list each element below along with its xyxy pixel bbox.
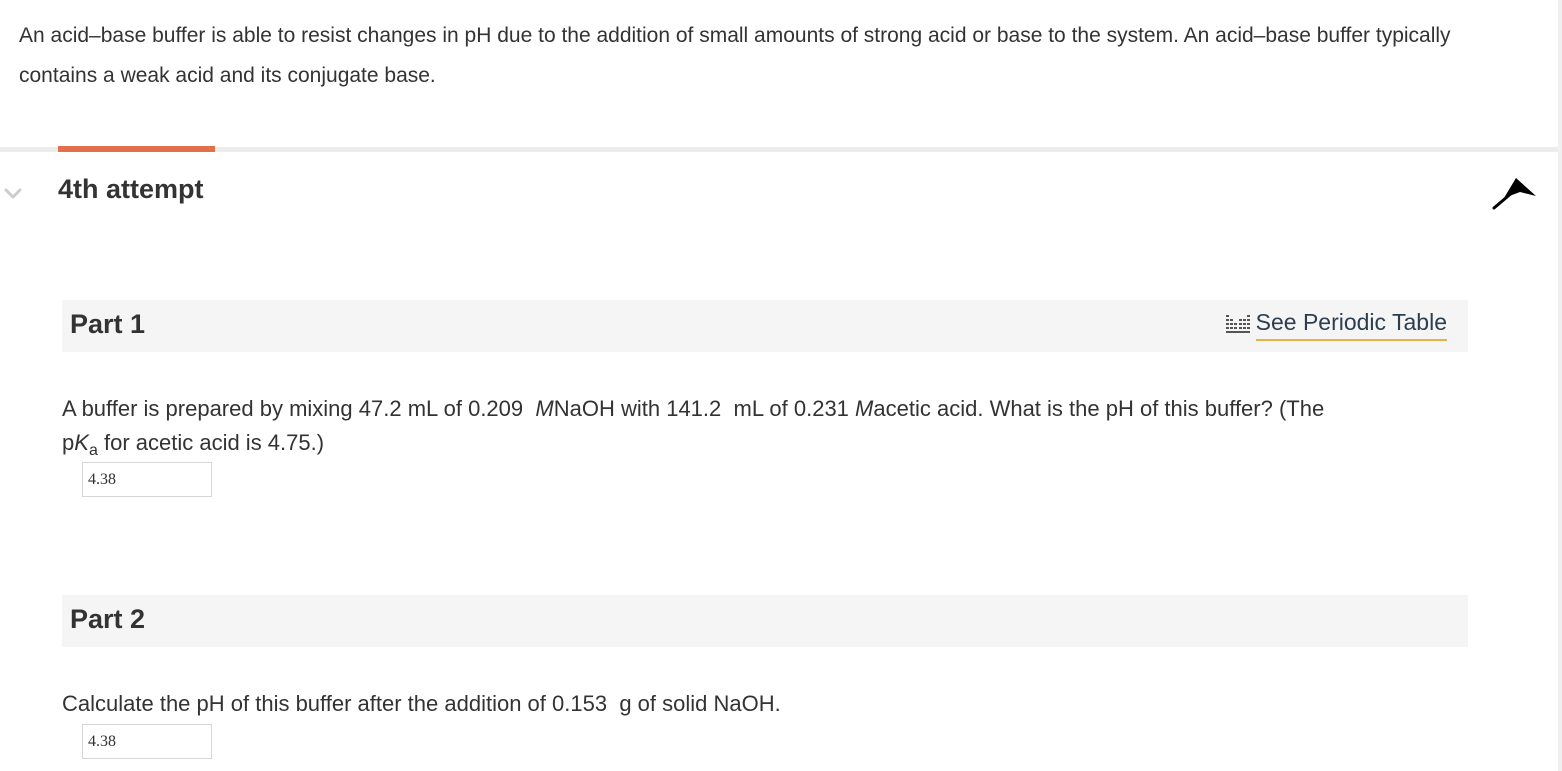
- see-periodic-table-label[interactable]: See Periodic Table: [1255, 309, 1447, 341]
- part-2-question: Calculate the pH of this buffer after th…: [62, 691, 781, 716]
- attempt-accent-bar: [58, 146, 215, 152]
- part-1-header: Part 1 See Periodic Table: [62, 300, 1468, 352]
- intro-text: An acid–base buffer is able to resist ch…: [19, 24, 1451, 87]
- periodic-table-icon: [1225, 315, 1250, 333]
- chevron-down-icon[interactable]: [3, 185, 23, 201]
- assignment-page: An acid–base buffer is able to resist ch…: [0, 0, 1562, 771]
- scroll-rail: [1558, 0, 1562, 771]
- part-1-answer-input[interactable]: [82, 462, 212, 497]
- part-1-title: Part 1: [70, 309, 146, 339]
- see-periodic-table-link[interactable]: See Periodic Table: [1225, 309, 1447, 343]
- collapse-arrow-icon[interactable]: [1490, 176, 1540, 212]
- section-divider: [0, 147, 1558, 152]
- part-1-question: A buffer is prepared by mixing 47.2 mL o…: [62, 396, 1325, 459]
- attempt-title[interactable]: 4th attempt: [58, 174, 204, 205]
- part-2-title: Part 2: [70, 604, 146, 634]
- part-2-header: Part 2: [62, 595, 1468, 647]
- part-2-answer-input[interactable]: [82, 724, 212, 759]
